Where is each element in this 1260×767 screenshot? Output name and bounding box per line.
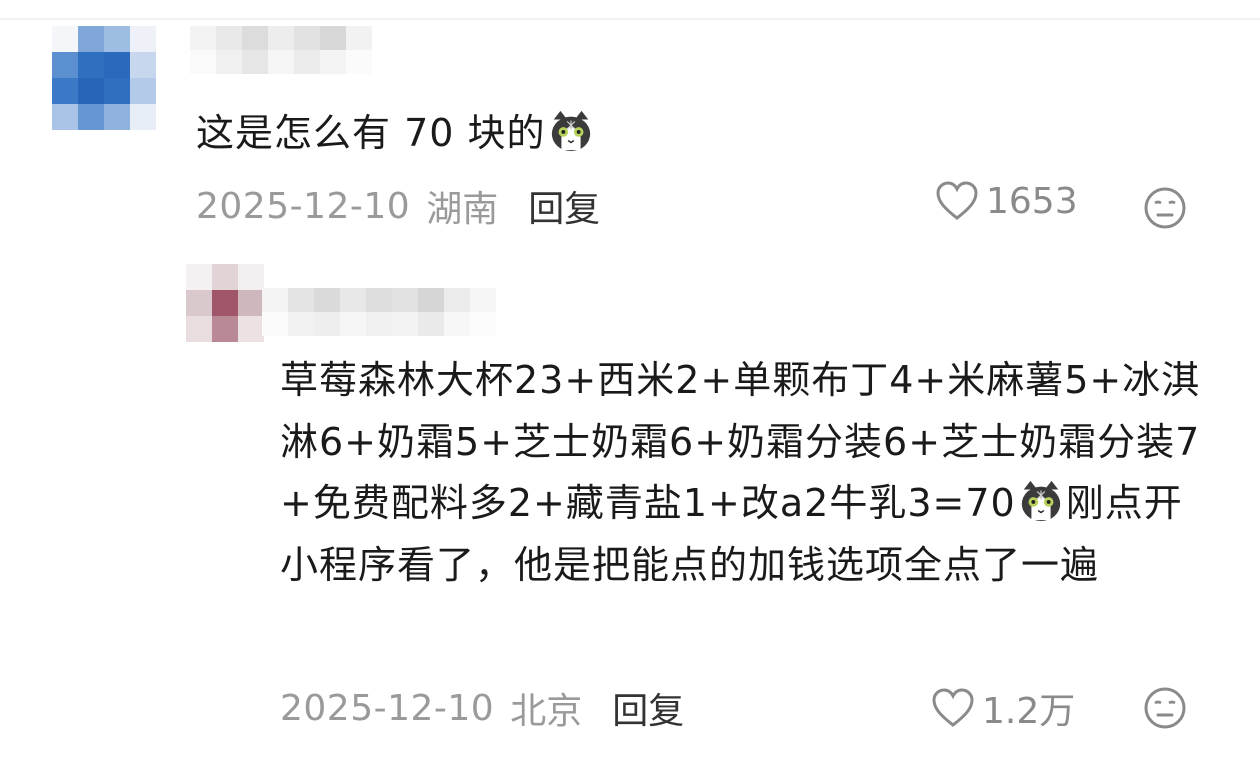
mosaic-pixel <box>216 50 242 74</box>
mosaic-pixel <box>242 26 268 50</box>
mosaic-pixel <box>418 288 444 312</box>
comment-body: 这是怎么有 70 块的 <box>196 111 546 155</box>
mosaic-pixel <box>470 288 496 312</box>
mosaic-pixel <box>294 50 320 74</box>
mosaic-pixel <box>104 78 130 104</box>
comment-location: 湖南 <box>426 189 499 230</box>
mosaic-pixel <box>52 78 78 104</box>
mosaic-pixel <box>52 26 78 52</box>
mosaic-pixel <box>392 312 418 336</box>
mosaic-pixel <box>288 288 314 312</box>
avatar[interactable] <box>52 26 156 130</box>
mosaic-pixel <box>186 316 212 342</box>
mosaic-pixel <box>320 26 346 50</box>
mosaic-pixel <box>320 50 346 74</box>
comment-date: 2025-12-10 <box>280 687 495 729</box>
reply-button[interactable]: 回复 <box>612 682 684 734</box>
comment-text: 这是怎么有 70 块的 <box>196 102 596 157</box>
mosaic-pixel <box>78 104 104 130</box>
comment-text: 草莓森林大杯23+西米2+单颗布丁4+米麻薯5+冰淇淋6+奶霜5+芝士奶霜6+奶… <box>280 350 1210 596</box>
mosaic-pixel <box>268 50 294 74</box>
like-count: 1653 <box>986 180 1078 222</box>
like-count: 1.2万 <box>982 691 1076 732</box>
mosaic-pixel <box>314 288 340 312</box>
avatar[interactable] <box>186 264 264 342</box>
heart-icon <box>932 688 974 727</box>
username[interactable] <box>262 288 496 336</box>
mosaic-pixel <box>52 104 78 130</box>
mosaic-pixel <box>130 78 156 104</box>
mosaic-pixel <box>262 312 288 336</box>
mosaic-pixel <box>242 50 268 74</box>
mosaic-pixel <box>78 26 104 52</box>
comment-meta: 2025-12-10 湖南 回复 <box>196 180 600 232</box>
username[interactable] <box>190 26 372 74</box>
mosaic-pixel <box>340 312 366 336</box>
mosaic-pixel <box>190 50 216 74</box>
mosaic-pixel <box>268 26 294 50</box>
comment-date: 2025-12-10 <box>196 185 411 227</box>
mosaic-pixel <box>190 26 216 50</box>
mosaic-pixel <box>78 52 104 78</box>
mosaic-pixel <box>346 26 372 50</box>
heart-icon <box>936 181 978 220</box>
mosaic-pixel <box>216 26 242 50</box>
mosaic-pixel <box>418 312 444 336</box>
mosaic-pixel <box>262 288 288 312</box>
mosaic-pixel <box>392 288 418 312</box>
mosaic-pixel <box>104 52 130 78</box>
divider <box>0 18 1260 20</box>
mosaic-pixel <box>238 264 264 290</box>
mosaic-pixel <box>288 312 314 336</box>
mosaic-pixel <box>212 264 238 290</box>
cat-face-icon <box>1021 480 1060 522</box>
neutral-face-icon[interactable] <box>1143 186 1187 230</box>
mosaic-pixel <box>366 288 392 312</box>
mosaic-pixel <box>78 78 104 104</box>
mosaic-pixel <box>212 290 238 316</box>
mosaic-pixel <box>346 50 372 74</box>
mosaic-pixel <box>104 104 130 130</box>
mosaic-pixel <box>340 288 366 312</box>
comment-location: 北京 <box>510 691 583 732</box>
mosaic-pixel <box>186 290 212 316</box>
mosaic-pixel <box>212 316 238 342</box>
mosaic-pixel <box>366 312 392 336</box>
mosaic-pixel <box>186 264 212 290</box>
comment-thread: 这是怎么有 70 块的 2025-12-10 湖南 回复 1653 草莓森林大杯… <box>0 0 1260 767</box>
mosaic-pixel <box>104 26 130 52</box>
mosaic-pixel <box>444 288 470 312</box>
mosaic-pixel <box>314 312 340 336</box>
neutral-face-icon[interactable] <box>1143 686 1187 730</box>
mosaic-pixel <box>238 316 264 342</box>
mosaic-pixel <box>470 312 496 336</box>
comment-meta: 2025-12-10 北京 回复 <box>280 682 684 734</box>
cat-face-icon <box>551 110 590 152</box>
mosaic-pixel <box>294 26 320 50</box>
mosaic-pixel <box>444 312 470 336</box>
like-button[interactable]: 1653 <box>934 180 1078 222</box>
reply-button[interactable]: 回复 <box>528 180 600 232</box>
mosaic-pixel <box>238 290 264 316</box>
mosaic-pixel <box>130 52 156 78</box>
mosaic-pixel <box>130 26 156 52</box>
like-button[interactable]: 1.2万 <box>930 682 1075 734</box>
mosaic-pixel <box>52 52 78 78</box>
mosaic-pixel <box>130 104 156 130</box>
